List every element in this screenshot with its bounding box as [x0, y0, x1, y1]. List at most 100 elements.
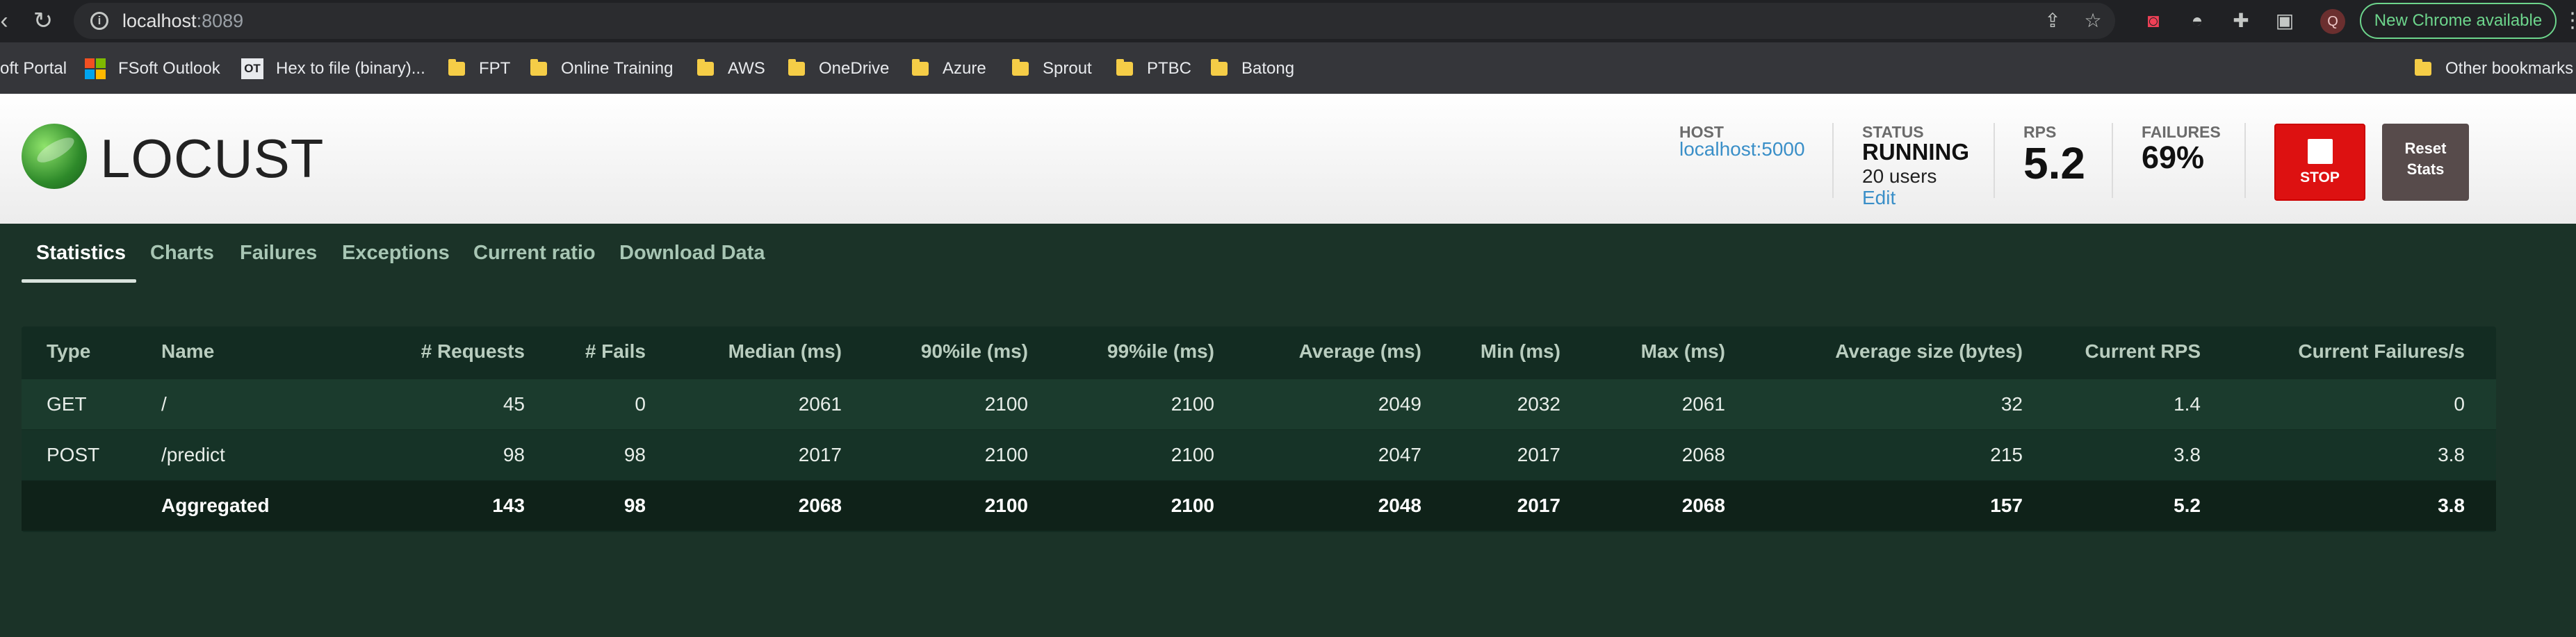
bookmark-fpt[interactable]: FPT	[448, 58, 510, 80]
header-average[interactable]: Average (ms)	[1299, 326, 1421, 377]
reset-stats-button[interactable]: Reset Stats	[2382, 124, 2469, 201]
cell-fails: 98	[623, 444, 646, 465]
header-current-rps[interactable]: Current RPS	[2085, 326, 2201, 377]
status-value: RUNNING	[1862, 139, 1969, 165]
cell-name: /predict	[161, 444, 225, 465]
stop-label: STOP	[2300, 169, 2340, 185]
tab-current-ratio[interactable]: Current ratio	[473, 242, 596, 265]
header-p90[interactable]: 90%ile (ms)	[921, 326, 1028, 377]
cell-avg-size: 32	[2000, 393, 2023, 415]
folder-icon	[530, 59, 547, 76]
stop-button[interactable]: STOP	[2274, 124, 2365, 201]
bookmark-aws[interactable]: AWS	[697, 58, 765, 80]
pocket-icon[interactable]: ◙	[2142, 9, 2165, 33]
side-panel-icon[interactable]: ▣	[2273, 9, 2297, 33]
extension-icon[interactable]: ◓	[2185, 9, 2209, 33]
reload-icon[interactable]: ↻	[29, 7, 57, 35]
bookmark-label: Azure	[943, 59, 986, 78]
logo-text: LOCUST	[100, 128, 325, 189]
locust-header: LOCUST HOST localhost:5000 STATUS RUNNIN…	[0, 94, 2576, 224]
share-icon[interactable]: ⇪	[2040, 10, 2065, 32]
url-text[interactable]: localhost:8089	[122, 10, 243, 32]
bookmark-fsoft-outlook[interactable]: FSoft Outlook	[85, 58, 220, 80]
bookmark-hex-to-file[interactable]: OT Hex to file (binary)...	[241, 58, 425, 80]
cell-current-rps: 5.2	[2174, 495, 2201, 516]
failures-value: 69%	[2142, 140, 2205, 175]
bookmark-batong[interactable]: Batong	[1211, 58, 1294, 80]
folder-icon	[788, 59, 805, 76]
header-fails[interactable]: # Fails	[585, 326, 646, 377]
cell-median: 2068	[798, 495, 842, 516]
url-host: localhost	[122, 10, 197, 31]
folder-icon	[912, 59, 929, 76]
cell-average: 2048	[1378, 495, 1421, 516]
reset-label-line1: Reset	[2404, 140, 2447, 157]
header-type[interactable]: Type	[47, 326, 90, 377]
address-bar[interactable]: i localhost:8089 ⇪ ☆	[74, 3, 2115, 39]
site-info-icon[interactable]: i	[90, 12, 108, 30]
bookmarks-bar: oft Portal FSoft Outlook OT Hex to file …	[0, 42, 2576, 94]
bookmark-other[interactable]: Other bookmarks	[2415, 58, 2573, 80]
header-name[interactable]: Name	[161, 326, 214, 377]
folder-icon	[2415, 59, 2431, 76]
puzzle-icon[interactable]: ✚	[2229, 9, 2253, 33]
tab-exceptions[interactable]: Exceptions	[342, 242, 450, 265]
cell-current-rps: 1.4	[2174, 393, 2201, 415]
tab-charts[interactable]: Charts	[150, 242, 214, 265]
header-max[interactable]: Max (ms)	[1641, 326, 1725, 377]
bookmark-online-training[interactable]: Online Training	[530, 58, 673, 80]
host-value[interactable]: localhost:5000	[1679, 138, 1805, 160]
header-divider	[2112, 123, 2113, 198]
edit-users-link[interactable]: Edit	[1862, 187, 1896, 209]
header-avg-size[interactable]: Average size (bytes)	[1835, 326, 2023, 377]
cell-avg-size: 157	[1990, 495, 2023, 516]
bookmark-sprout[interactable]: Sprout	[1012, 58, 1092, 80]
cell-p99: 2100	[1171, 393, 1214, 415]
table-header-row: Type Name # Requests # Fails Median (ms)…	[22, 326, 2496, 377]
bookmark-label: Other bookmarks	[2445, 59, 2574, 78]
browser-menu-icon[interactable]: ⋮	[2562, 8, 2576, 33]
rps-value: 5.2	[2023, 138, 2085, 188]
cell-type: GET	[47, 393, 87, 415]
header-min[interactable]: Min (ms)	[1481, 326, 1560, 377]
table-row: GET / 45 0 2061 2100 2100 2049 2032 2061…	[22, 379, 2496, 429]
new-chrome-available-button[interactable]: New Chrome available	[2360, 3, 2557, 39]
cell-min: 2032	[1517, 393, 1560, 415]
bookmark-azure[interactable]: Azure	[912, 58, 986, 80]
cell-p90: 2100	[984, 444, 1028, 465]
cell-requests: 45	[503, 393, 525, 415]
bookmark-label: FPT	[479, 59, 511, 78]
cell-max: 2061	[1681, 393, 1725, 415]
microsoft-logo-icon	[85, 58, 106, 79]
bookmark-onedrive[interactable]: OneDrive	[788, 58, 889, 80]
cell-fails: 0	[635, 393, 646, 415]
header-divider	[1832, 123, 1834, 198]
header-divider	[2244, 123, 2246, 198]
bookmark-portal[interactable]: oft Portal	[0, 58, 67, 80]
cell-current-failures: 0	[2454, 393, 2465, 415]
tab-bar: Statistics Charts Failures Exceptions Cu…	[0, 224, 2576, 285]
header-p99[interactable]: 99%ile (ms)	[1107, 326, 1214, 377]
tab-failures[interactable]: Failures	[240, 242, 317, 265]
cell-current-rps: 3.8	[2174, 444, 2201, 465]
cell-name: Aggregated	[161, 495, 270, 516]
bookmark-label: Batong	[1241, 59, 1295, 78]
header-current-failures[interactable]: Current Failures/s	[2298, 326, 2465, 377]
bookmark-ptbc[interactable]: PTBC	[1116, 58, 1191, 80]
header-median[interactable]: Median (ms)	[728, 326, 842, 377]
bookmark-label: Online Training	[561, 59, 674, 78]
tab-statistics[interactable]: Statistics	[36, 242, 126, 265]
cell-name: /	[161, 393, 167, 415]
bookmark-star-icon[interactable]: ☆	[2080, 10, 2105, 32]
header-divider	[1994, 123, 1995, 198]
cell-current-failures: 3.8	[2438, 444, 2465, 465]
folder-icon	[1116, 59, 1133, 76]
header-requests[interactable]: # Requests	[421, 326, 525, 377]
cell-average: 2047	[1378, 444, 1421, 465]
ot-logo-icon: OT	[241, 58, 263, 79]
folder-icon	[697, 59, 714, 76]
back-icon[interactable]: ‹	[0, 7, 18, 35]
statistics-table: Type Name # Requests # Fails Median (ms)…	[22, 326, 2496, 532]
profile-avatar[interactable]: Q	[2320, 9, 2345, 34]
tab-download-data[interactable]: Download Data	[619, 242, 765, 265]
